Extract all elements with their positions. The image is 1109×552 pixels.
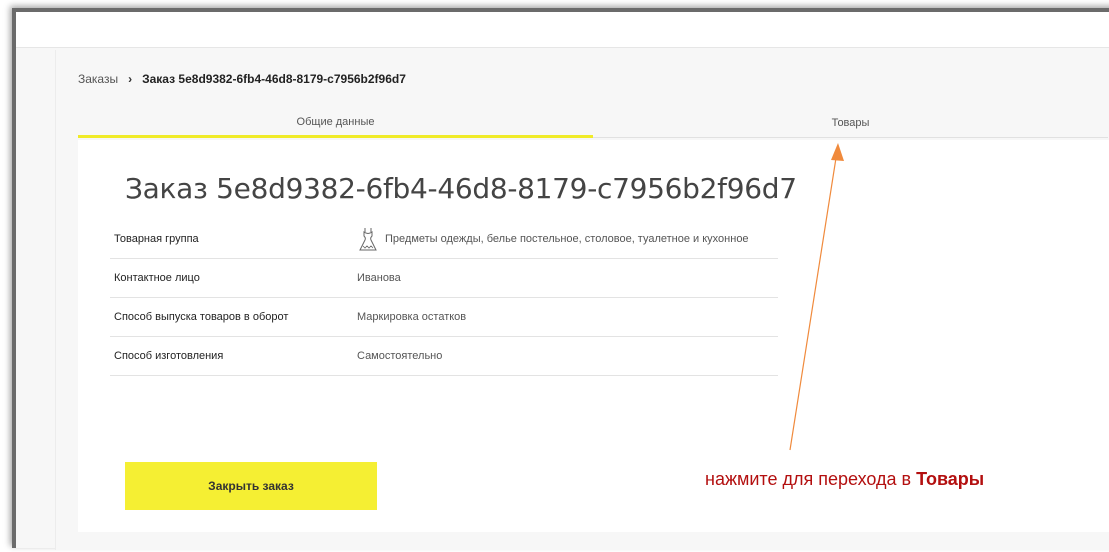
property-value: Иванова xyxy=(357,272,401,284)
page-title: Заказ 5e8d9382-6fb4-46d8-8179-c7956b2f96… xyxy=(125,172,797,205)
property-label: Способ изготовления xyxy=(114,350,224,362)
property-row: Способ изготовления Самостоятельно xyxy=(110,337,778,376)
order-properties: Товарная группа Предметы одежды, белье п… xyxy=(110,220,778,376)
property-label: Контактное лицо xyxy=(114,272,200,284)
annotation-hint: нажмите для перехода в Товары xyxy=(705,469,984,490)
top-bar xyxy=(16,12,1109,48)
breadcrumb: Заказы › Заказ 5e8d9382-6fb4-46d8-8179-c… xyxy=(78,72,406,86)
chevron-right-icon: › xyxy=(128,72,133,86)
breadcrumb-current: Заказ 5e8d9382-6fb4-46d8-8179-c7956b2f96… xyxy=(142,72,406,86)
tabs: Общие данные Товары xyxy=(78,108,1109,138)
tab-general[interactable]: Общие данные xyxy=(78,108,593,138)
dress-icon xyxy=(359,228,377,251)
property-row: Контактное лицо Иванова xyxy=(110,259,778,298)
annotation-text: нажмите для перехода в xyxy=(705,469,917,489)
property-value: Маркировка остатков xyxy=(357,311,467,323)
tab-products[interactable]: Товары xyxy=(593,108,1108,138)
property-row: Способ выпуска товаров в оборот Маркиров… xyxy=(110,298,778,337)
property-value: Самостоятельно xyxy=(357,350,443,362)
annotation-emphasis: Товары xyxy=(916,469,985,489)
product-group-value: Предметы одежды, белье постельное, столо… xyxy=(385,233,749,245)
property-label: Способ выпуска товаров в оборот xyxy=(114,311,289,323)
property-value: Предметы одежды, белье постельное, столо… xyxy=(357,226,749,252)
property-label: Товарная группа xyxy=(114,233,199,245)
breadcrumb-orders-link[interactable]: Заказы xyxy=(78,72,118,86)
close-order-button[interactable]: Закрыть заказ xyxy=(125,462,377,510)
property-row: Товарная группа Предметы одежды, белье п… xyxy=(110,220,778,259)
